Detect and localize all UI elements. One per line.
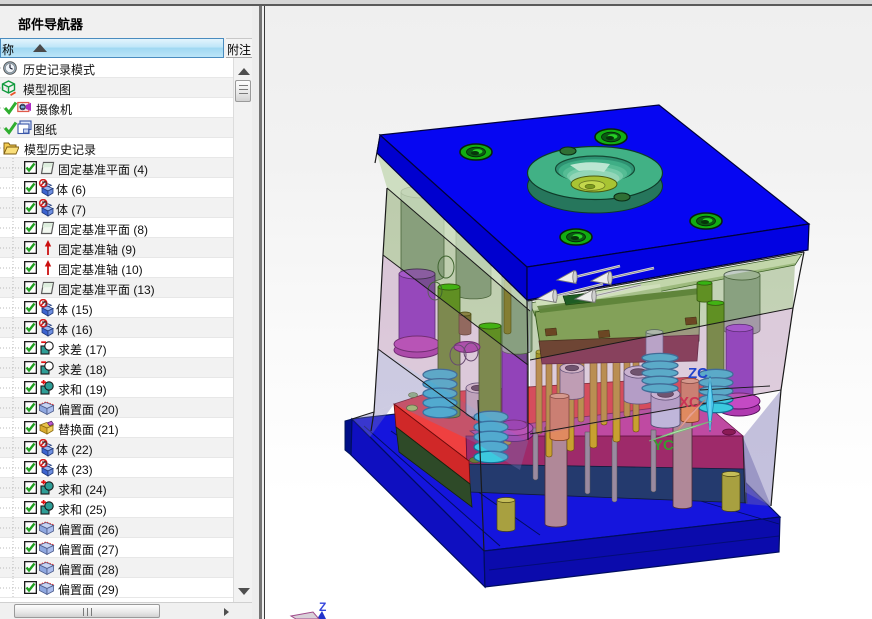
svg-text:ZC: ZC — [688, 365, 708, 382]
svg-text:Z: Z — [319, 600, 326, 614]
svg-text:XC: XC — [679, 394, 700, 411]
svg-text:YC: YC — [653, 437, 674, 454]
